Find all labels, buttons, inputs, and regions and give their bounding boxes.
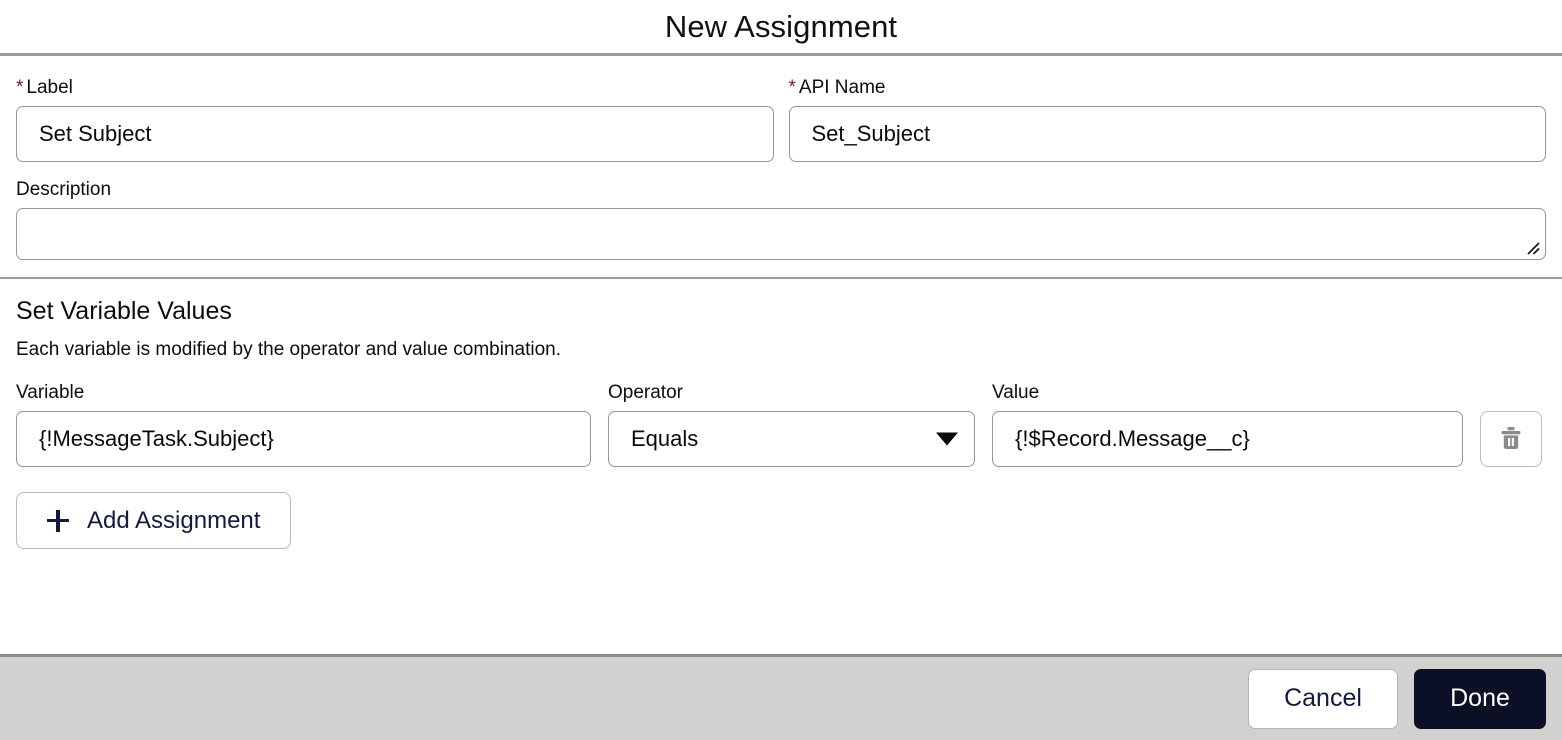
new-assignment-dialog: New Assignment *Label *API Name Descript… — [0, 0, 1562, 740]
done-button[interactable]: Done — [1414, 668, 1546, 729]
label-field-label-text: Label — [26, 77, 73, 98]
label-field-group: * Label — [16, 78, 774, 162]
cancel-button[interactable]: Cancel — [1248, 668, 1398, 729]
operator-cell: Operator Equals — [608, 383, 975, 467]
api-name-field-group: * API Name — [788, 78, 1547, 162]
description-textarea[interactable] — [16, 208, 1546, 260]
operator-column-header: Operator — [608, 382, 683, 403]
delete-assignment-button[interactable] — [1480, 411, 1542, 467]
api-name-input[interactable] — [788, 106, 1546, 162]
name-fields-row: *Label *API Name — [16, 56, 1546, 162]
operator-selected-value: Equals — [631, 426, 699, 451]
add-assignment-row: Add Assignment — [16, 467, 1546, 549]
api-name-field-label-text: API Name — [798, 77, 886, 98]
value-input[interactable] — [992, 411, 1463, 467]
dialog-footer: Cancel Done — [0, 654, 1562, 740]
label-field-label: * Label — [16, 78, 774, 97]
set-variable-values-heading: Set Variable Values — [16, 297, 232, 325]
description-field-group: Description — [16, 162, 1546, 260]
operator-select[interactable]: Equals — [608, 411, 975, 467]
add-assignment-button[interactable]: Add Assignment — [16, 492, 292, 549]
variable-column-header: Variable — [16, 382, 85, 403]
description-textarea-wrap — [16, 208, 1546, 260]
variable-input[interactable] — [16, 411, 591, 467]
value-cell: Value — [992, 383, 1463, 467]
operator-select-wrap: Equals — [608, 411, 975, 467]
dialog-body: *Label *API Name Description Set Variabl… — [0, 56, 1562, 654]
plus-icon — [47, 509, 69, 532]
variable-cell: Variable — [16, 383, 591, 467]
value-column-header: Value — [992, 382, 1040, 403]
description-field-label: Description — [16, 179, 112, 200]
dialog-header: New Assignment — [0, 0, 1562, 56]
dialog-title: New Assignment — [664, 9, 898, 44]
required-asterisk-label: * — [16, 77, 24, 98]
trash-icon — [1501, 427, 1521, 449]
label-input[interactable] — [16, 106, 774, 162]
required-asterisk-api-name: * — [788, 77, 796, 98]
assignment-row: Variable Operator Equals Value — [16, 359, 1546, 467]
set-variable-values-subtitle: Each variable is modified by the operato… — [16, 339, 561, 360]
add-assignment-label: Add Assignment — [87, 506, 261, 534]
delete-cell — [1480, 411, 1542, 467]
api-name-field-label: * API Name — [789, 78, 1547, 97]
